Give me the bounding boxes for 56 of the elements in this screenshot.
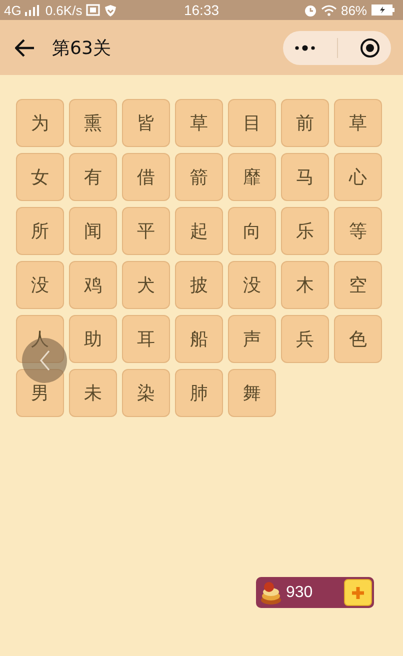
character-tile[interactable]: 空 [334, 261, 382, 309]
network-speed: 0.6K/s [45, 2, 82, 18]
character-tile[interactable]: 耳 [122, 315, 170, 363]
shield-icon [104, 4, 118, 16]
coin-stack-icon [260, 580, 282, 604]
character-tile[interactable]: 草 [175, 99, 223, 147]
character-tile[interactable]: 马 [281, 153, 329, 201]
character-tile[interactable]: 肺 [175, 369, 223, 417]
battery-icon [371, 4, 395, 16]
character-tile[interactable]: 没 [228, 261, 276, 309]
character-tile[interactable]: 所 [16, 207, 64, 255]
character-tile[interactable]: 熏 [69, 99, 117, 147]
character-tile[interactable]: 向 [228, 207, 276, 255]
plus-icon [350, 584, 366, 600]
character-tile[interactable]: 皆 [122, 99, 170, 147]
wifi-icon [320, 4, 337, 16]
alarm-icon [304, 4, 317, 16]
page-title: 第63关 [52, 36, 112, 60]
character-tile[interactable]: 声 [228, 315, 276, 363]
character-tile[interactable]: 有 [69, 153, 117, 201]
character-tile[interactable]: 草 [334, 99, 382, 147]
back-arrow-icon[interactable] [15, 38, 35, 56]
character-tile[interactable]: 鸡 [69, 261, 117, 309]
character-tile[interactable]: 染 [122, 369, 170, 417]
character-tile[interactable]: 披 [175, 261, 223, 309]
character-tile[interactable]: 男 [16, 369, 64, 417]
character-tile[interactable]: 色 [334, 315, 382, 363]
clock-time: 16:33 [184, 2, 220, 18]
sim-icon [86, 4, 100, 16]
character-tile[interactable]: 平 [122, 207, 170, 255]
character-tile[interactable]: 未 [69, 369, 117, 417]
character-tile[interactable]: 兵 [281, 315, 329, 363]
character-tile[interactable]: 借 [122, 153, 170, 201]
character-tile[interactable]: 前 [281, 99, 329, 147]
character-tile[interactable]: 木 [281, 261, 329, 309]
network-type: 4G [4, 2, 22, 18]
character-tile[interactable]: 船 [175, 315, 223, 363]
character-tile[interactable]: 心 [334, 153, 382, 201]
character-tile[interactable]: 女 [16, 153, 64, 201]
character-tile[interactable]: 目 [228, 99, 276, 147]
character-tile[interactable]: 起 [175, 207, 223, 255]
character-tile[interactable]: 没 [16, 261, 64, 309]
coin-count: 930 [286, 584, 314, 602]
character-tile[interactable]: 助 [69, 315, 117, 363]
more-icon[interactable] [294, 44, 316, 52]
character-tile[interactable]: 等 [334, 207, 382, 255]
character-tile[interactable]: 舞 [228, 369, 276, 417]
character-tile[interactable]: 犬 [122, 261, 170, 309]
signal-icon [25, 4, 42, 16]
character-tile[interactable]: 乐 [281, 207, 329, 255]
character-tile[interactable]: 箭 [175, 153, 223, 201]
battery-percent: 86% [340, 2, 367, 18]
character-tile[interactable]: 为 [16, 99, 64, 147]
character-tile[interactable]: 闻 [69, 207, 117, 255]
close-icon[interactable] [360, 38, 380, 58]
character-tile[interactable]: 靡 [228, 153, 276, 201]
